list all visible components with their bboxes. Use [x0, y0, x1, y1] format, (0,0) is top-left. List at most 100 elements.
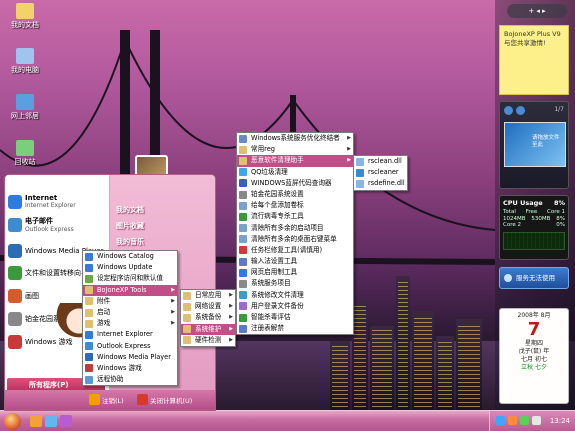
- service-icon: [239, 280, 247, 289]
- menu-item[interactable]: 附件: [83, 296, 177, 307]
- menu-item[interactable]: 系统修改文件清理: [237, 290, 353, 301]
- antivirus-icon: [239, 313, 247, 322]
- next-icon[interactable]: [516, 106, 525, 115]
- menu-item[interactable]: 硬件检测: [181, 335, 235, 346]
- security-tray-icon[interactable]: [508, 416, 517, 425]
- menu-item[interactable]: rsclean.dll: [354, 156, 407, 167]
- drive-icon: [239, 201, 247, 210]
- catalog-icon: [85, 252, 93, 261]
- volume-tray-icon[interactable]: [532, 416, 541, 425]
- menu-item[interactable]: 输入法设置工具: [237, 256, 353, 267]
- link-my-documents[interactable]: 我的文档: [116, 205, 144, 215]
- menu-item[interactable]: QQ垃圾清理: [237, 167, 353, 178]
- network-tray-icon[interactable]: [496, 416, 505, 425]
- folder-icon: [16, 3, 34, 19]
- service-icon: [239, 134, 247, 143]
- menu-item[interactable]: 智能杀毒评估: [237, 312, 353, 323]
- desktop-icon-my-documents[interactable]: 我的文档: [3, 3, 47, 29]
- menu-item[interactable]: 给每个盘添加卷标: [237, 200, 353, 211]
- menu-item[interactable]: 启动: [83, 307, 177, 318]
- menu-item[interactable]: 清除所有多余的启动项目: [237, 223, 353, 234]
- menu-item[interactable]: 恶意软件清理助手: [237, 155, 353, 167]
- menu-item[interactable]: rscleaner: [354, 167, 407, 178]
- menu-item[interactable]: rsdefine.dll: [354, 178, 407, 189]
- folder-icon: [183, 302, 191, 311]
- calendar-gadget: 2008年 8月 7 星期四 戊子(鼠) 年 七月 初七 立秋 七夕: [499, 308, 569, 404]
- menu-item[interactable]: 任务栏修复工具(请慎用): [237, 245, 353, 256]
- news-gadget[interactable]: 服务无法使用: [499, 267, 569, 289]
- menu-item[interactable]: 游戏: [83, 318, 177, 330]
- quick-launch-chat-icon[interactable]: [60, 415, 72, 427]
- calendar-lunar: 七月 初七: [521, 356, 547, 363]
- games-icon: [85, 364, 93, 373]
- paint-icon: [8, 289, 22, 303]
- desktop-icon-my-computer[interactable]: 我的电脑: [3, 48, 47, 74]
- update-tray-icon[interactable]: [520, 416, 529, 425]
- folder-icon: [239, 156, 247, 165]
- sidebar-controls[interactable]: + ◂ ▸: [507, 4, 567, 18]
- slideshow-gadget[interactable]: 1/7 请拖放文件至此: [499, 101, 569, 189]
- clock[interactable]: 13:24: [550, 417, 570, 425]
- note-text: 与您共享激情!: [504, 39, 546, 47]
- notes-gadget[interactable]: BoJoneXP Plus V9 与您共享激情!: [499, 25, 569, 95]
- network-icon: [16, 94, 34, 110]
- menu-item[interactable]: Windows Update: [83, 262, 177, 273]
- desktop-icon-network[interactable]: 网上邻居: [3, 94, 47, 120]
- menu-item[interactable]: BoJoneXP Tools: [83, 284, 177, 296]
- menu-item[interactable]: 清除所有多余的桌面右键菜单: [237, 234, 353, 245]
- backup-icon: [239, 302, 247, 311]
- menu-item[interactable]: 网络设置: [181, 301, 235, 313]
- link-my-music[interactable]: 我的音乐: [116, 237, 144, 247]
- keyboard-icon: [239, 257, 247, 266]
- recent-transfer-wizard[interactable]: 文件和设置转移向导: [8, 266, 88, 280]
- link-my-pictures[interactable]: 图片收藏: [116, 221, 144, 231]
- menu-item[interactable]: Windows 游戏: [83, 363, 177, 374]
- menu-item[interactable]: 远程协助: [83, 374, 177, 385]
- desktop-icon-label: 我的电脑: [11, 66, 39, 74]
- cleanup-icon: [239, 291, 247, 300]
- menu-item[interactable]: 注册表解禁: [237, 323, 353, 334]
- menu-item[interactable]: Internet Explorer: [83, 329, 177, 340]
- internet-explorer-icon: [8, 194, 22, 209]
- calendar-solar-term: 立秋 七夕: [521, 364, 547, 371]
- desktop-icon-label: 网上邻居: [11, 112, 39, 120]
- web-icon: [239, 268, 247, 277]
- recent-paint[interactable]: 画图: [8, 289, 39, 303]
- email-icon: [8, 217, 22, 232]
- menu-item[interactable]: 系统备份: [181, 312, 235, 324]
- menu-item[interactable]: Outlook Express: [83, 341, 177, 352]
- menu-item[interactable]: 日常应用: [181, 290, 235, 301]
- context-menu-icon: [239, 235, 247, 244]
- prev-icon[interactable]: [504, 106, 513, 115]
- bojone-tools-menu: 日常应用 网络设置 系统备份 系统维护 硬件检测: [180, 289, 236, 347]
- folder-icon: [239, 145, 247, 154]
- slideshow-nav[interactable]: [504, 106, 544, 116]
- quick-launch-media-icon[interactable]: [45, 415, 57, 427]
- menu-item[interactable]: 设定程序访问和默认值: [83, 273, 177, 284]
- menu-item[interactable]: 铂金花园系统设置: [237, 189, 353, 200]
- start-button[interactable]: [4, 413, 21, 430]
- menu-item[interactable]: Windows Media Player: [83, 352, 177, 363]
- pinned-internet[interactable]: Internet Internet Explorer: [8, 194, 76, 209]
- menu-item[interactable]: 流行病毒专杀工具: [237, 211, 353, 222]
- quick-launch-browser-icon[interactable]: [30, 415, 42, 427]
- recycle-bin-icon: [16, 140, 34, 156]
- menu-item[interactable]: 网页启用制工具: [237, 267, 353, 278]
- antivirus-icon: [239, 212, 247, 221]
- update-icon: [85, 263, 93, 272]
- menu-item[interactable]: Windows Catalog: [83, 251, 177, 262]
- menu-item[interactable]: Windows系统服务优化终结者: [237, 133, 353, 144]
- logoff-button[interactable]: 注销(L): [89, 394, 124, 405]
- menu-item[interactable]: 常用reg: [237, 144, 353, 156]
- menu-item[interactable]: 系统维护: [181, 323, 235, 335]
- settings-icon: [8, 312, 22, 326]
- desktop-icon-recycle-bin[interactable]: 回收站: [3, 140, 47, 166]
- calendar-weekday: 星期四: [524, 340, 543, 347]
- menu-item[interactable]: 系统服务项目: [237, 278, 353, 289]
- shutdown-button[interactable]: 关闭计算机(U): [137, 394, 192, 405]
- pinned-email[interactable]: 电子邮件 Outlook Express: [8, 216, 74, 233]
- menu-item[interactable]: 用户登录文件备份: [237, 301, 353, 312]
- registry-icon: [239, 324, 247, 333]
- menu-item[interactable]: WINDOWS蓝屏代码查询器: [237, 178, 353, 189]
- media-player-icon: [8, 244, 22, 258]
